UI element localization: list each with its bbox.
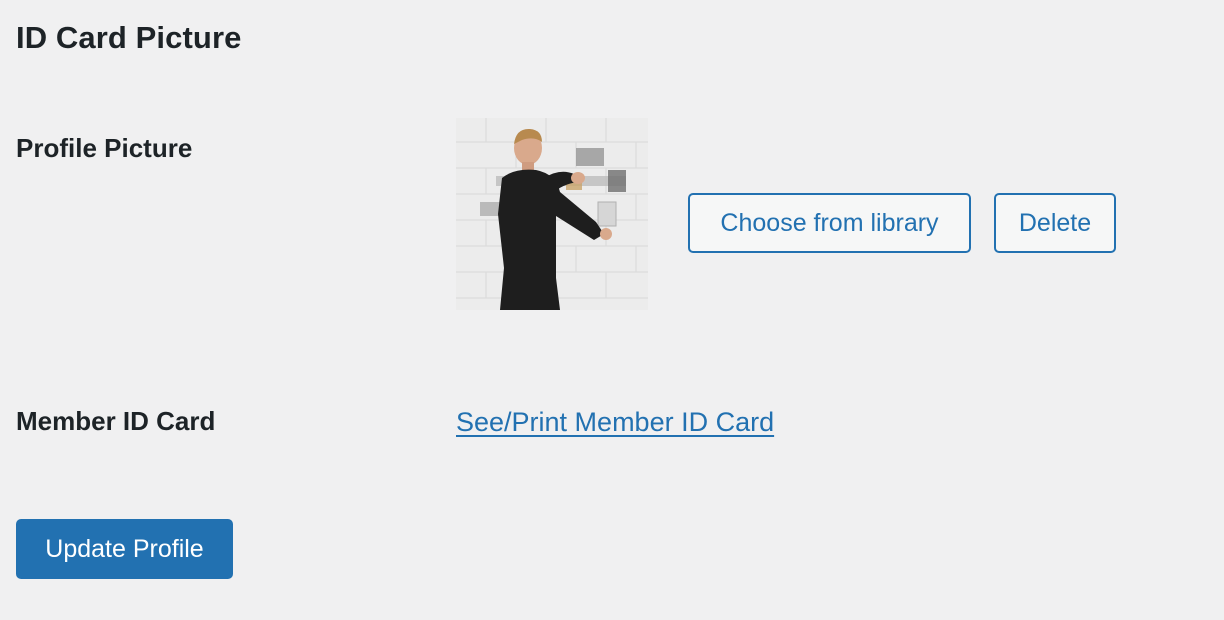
id-card-settings-page: ID Card Picture Profile Picture Choose f… <box>0 0 1224 620</box>
profile-picture-label: Profile Picture <box>16 133 193 163</box>
update-profile-button[interactable]: Update Profile <box>16 519 233 579</box>
delete-picture-button[interactable]: Delete <box>994 193 1116 253</box>
choose-from-library-button[interactable]: Choose from library <box>688 193 971 253</box>
member-id-card-label: Member ID Card <box>16 406 216 436</box>
section-title: ID Card Picture <box>16 20 242 55</box>
profile-picture-image <box>456 118 648 310</box>
print-member-id-card-link[interactable]: See/Print Member ID Card <box>456 404 774 440</box>
